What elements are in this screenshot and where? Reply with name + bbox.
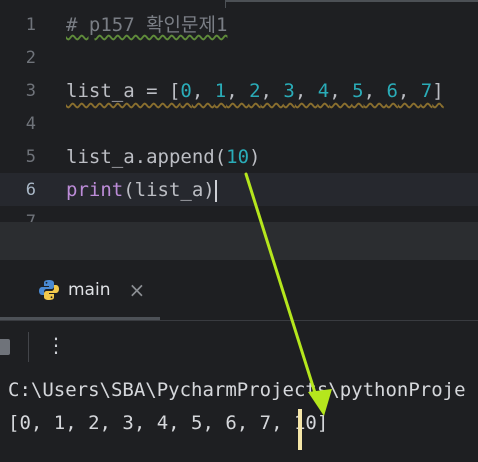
- line-number: 6: [25, 180, 36, 200]
- run-tab-label: main: [68, 280, 111, 300]
- line-number: 7: [25, 212, 36, 222]
- console-output-path: C:\Users\SBA\PycharmProjects\pythonProje: [8, 379, 466, 401]
- python-icon: [39, 280, 59, 300]
- text-caret: [214, 179, 217, 202]
- panel-splitter[interactable]: [0, 222, 478, 260]
- code-editor[interactable]: 1 2 3 4 5 6 7 # p157 확인문제1 list_a = [0, …: [0, 0, 478, 222]
- editor-tab-edge: [225, 0, 478, 8]
- highlight-marker: [298, 409, 302, 450]
- line-number-gutter: 1 2 3 4 5 6 7: [0, 0, 50, 222]
- close-tab-icon[interactable]: ×: [128, 278, 145, 302]
- line-number: 3: [25, 81, 36, 101]
- toolbar-divider: [0, 320, 478, 321]
- more-options-icon[interactable]: ⋮: [46, 334, 66, 356]
- toolbar-separator: [28, 332, 29, 362]
- code-line-print[interactable]: print(list_a): [66, 178, 217, 202]
- line-number: 4: [25, 114, 36, 134]
- code-line-list[interactable]: list_a = [0, 1, 2, 3, 4, 5, 6, 7]: [66, 79, 444, 103]
- run-tab-main[interactable]: main ×: [38, 270, 145, 310]
- line-number: 1: [25, 15, 36, 35]
- code-line-comment[interactable]: # p157 확인문제1: [66, 13, 227, 37]
- stop-icon[interactable]: [0, 339, 10, 355]
- line-number: 5: [25, 147, 36, 167]
- line-number: 2: [25, 48, 36, 68]
- console-output-result: [0, 1, 2, 3, 4, 5, 6, 7, 10]: [8, 412, 329, 434]
- code-line-append[interactable]: list_a.append(10): [66, 145, 261, 169]
